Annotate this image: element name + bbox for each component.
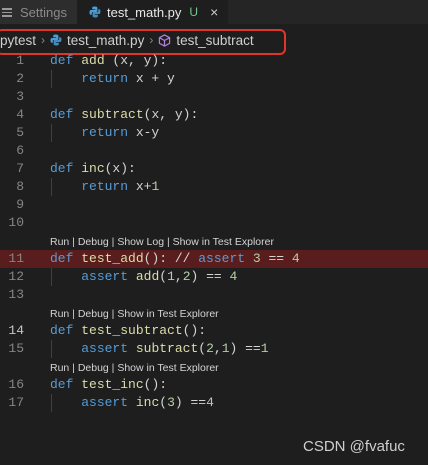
python-icon [89, 6, 101, 18]
codelens-text[interactable]: Run | Debug | Show in Test Explorer [50, 304, 219, 324]
line-number: 1 [16, 53, 24, 68]
code-text[interactable]: def test_add(): // assert 3 == 4 [50, 250, 300, 268]
code-line[interactable]: 8 return x+1 [0, 178, 428, 196]
code-text[interactable]: return x + y [50, 70, 175, 88]
breadcrumb: pytest › test_math.py › test_subtract [0, 28, 428, 52]
codelens-actions[interactable]: Run | Debug | Show in Test Explorer [0, 304, 428, 322]
code-text[interactable]: assert subtract(2,1) ==1 [50, 340, 268, 358]
code-line[interactable]: 14 def test_subtract(): [0, 322, 428, 340]
settings-list-icon [2, 7, 14, 17]
chevron-right-icon: › [149, 33, 154, 47]
breadcrumb-label: test_subtract [176, 32, 254, 48]
codelens-text[interactable]: Run | Debug | Show in Test Explorer [50, 358, 219, 378]
tab-bar: Settings test_math.py U × [0, 0, 428, 24]
line-number: 4 [16, 107, 24, 122]
breadcrumb-item-folder[interactable]: pytest [0, 33, 36, 48]
line-number: 14 [8, 323, 24, 338]
code-text[interactable]: def test_inc(): [50, 376, 167, 394]
line-number: 12 [8, 269, 24, 284]
line-number: 3 [16, 89, 24, 104]
code-text[interactable]: assert inc(3) ==4 [50, 394, 214, 412]
line-number: 5 [16, 125, 24, 140]
line-number: 2 [16, 71, 24, 86]
code-line[interactable]: 13 [0, 286, 428, 304]
python-icon [50, 34, 62, 46]
code-text[interactable]: return x-y [50, 124, 159, 142]
code-line[interactable]: 5 return x-y [0, 124, 428, 142]
code-text[interactable]: return x+1 [50, 178, 159, 196]
code-line[interactable]: 3 [0, 88, 428, 106]
line-number: 17 [8, 395, 24, 410]
code-line[interactable]: 16 def test_inc(): [0, 376, 428, 394]
line-number: 16 [8, 377, 24, 392]
line-number: 13 [8, 287, 24, 302]
code-line-error[interactable]: 11 def test_add(): // assert 3 == 4 [0, 250, 428, 268]
code-line[interactable]: 6 [0, 142, 428, 160]
code-line[interactable]: 2 return x + y [0, 70, 428, 88]
method-cube-icon [159, 33, 171, 47]
line-number: 11 [8, 251, 24, 266]
codelens-actions[interactable]: Run | Debug | Show in Test Explorer [0, 358, 428, 376]
codelens-actions[interactable]: Run | Debug | Show Log | Show in Test Ex… [0, 232, 428, 250]
code-line[interactable]: 17 assert inc(3) ==4 [0, 394, 428, 412]
code-line[interactable]: 10 [0, 214, 428, 232]
code-line[interactable]: 1 def add (x, y): [0, 52, 428, 70]
breadcrumb-item-file[interactable]: test_math.py [50, 33, 144, 48]
tab-test-math[interactable]: test_math.py U × [76, 0, 229, 24]
line-number: 15 [8, 341, 24, 356]
code-line[interactable]: 9 [0, 196, 428, 214]
line-number: 7 [16, 161, 24, 176]
code-text[interactable]: def inc(x): [50, 160, 136, 178]
code-line[interactable]: 12 assert add(1,2) == 4 [0, 268, 428, 286]
codelens-text[interactable]: Run | Debug | Show Log | Show in Test Ex… [50, 232, 274, 252]
breadcrumb-label: pytest [0, 32, 37, 48]
code-line[interactable]: 7 def inc(x): [0, 160, 428, 178]
line-number: 6 [16, 143, 24, 158]
tab-settings[interactable]: Settings [0, 0, 77, 24]
code-line[interactable]: 15 assert subtract(2,1) ==1 [0, 340, 428, 358]
breadcrumb-item-symbol[interactable]: test_subtract [158, 32, 254, 48]
line-number: 9 [16, 197, 24, 212]
breadcrumb-label: test_math.py [67, 32, 145, 48]
line-number: 8 [16, 179, 24, 194]
code-editor[interactable]: 1 def add (x, y): 2 return x + y 3 4 def subt… [0, 52, 428, 412]
code-text[interactable]: def test_subtract(): [50, 322, 206, 340]
chevron-right-icon: › [41, 33, 46, 47]
code-text[interactable]: def subtract(x, y): [50, 106, 198, 124]
watermark: CSDN @fvafuc [303, 438, 405, 455]
line-number: 10 [8, 215, 24, 230]
code-text[interactable]: assert add(1,2) == 4 [50, 268, 237, 286]
untracked-status-badge: U [189, 5, 199, 19]
tab-label: test_math.py [106, 4, 182, 20]
tab-label: Settings [20, 4, 67, 20]
close-icon[interactable]: × [210, 4, 218, 20]
code-line[interactable]: 4 def subtract(x, y): [0, 106, 428, 124]
code-text[interactable]: def add (x, y): [50, 52, 167, 70]
